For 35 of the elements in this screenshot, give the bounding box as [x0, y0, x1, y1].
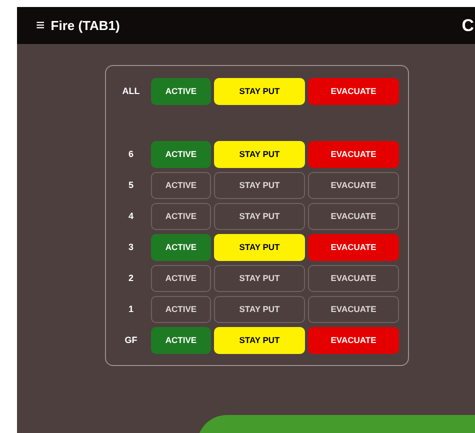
stay-button[interactable]: STAY PUT — [214, 78, 305, 105]
floor-label: 2 — [127, 272, 134, 285]
floor-label: ALL — [121, 84, 141, 98]
evacuate-button[interactable]: EVACUATE — [308, 141, 399, 168]
stay-button[interactable]: STAY PUT — [214, 327, 305, 354]
active-button[interactable]: ACTIVE — [151, 265, 211, 292]
stay-button[interactable]: STAY PUT — [214, 296, 305, 323]
page-title: Fire (TAB1) — [50, 16, 120, 35]
stay-button[interactable]: STAY PUT — [214, 172, 305, 199]
floor-label: GF — [124, 334, 138, 347]
stay-button[interactable]: STAY PUT — [214, 234, 305, 261]
active-button[interactable]: ACTIVE — [151, 327, 211, 354]
active-button[interactable]: ACTIVE — [151, 78, 211, 105]
menu-button[interactable]: ≡ — [36, 18, 45, 33]
floor-label: 5 — [127, 178, 134, 192]
stay-button[interactable]: STAY PUT — [214, 203, 305, 230]
evacuate-button[interactable]: EVACUATE — [308, 172, 399, 199]
active-button[interactable]: ACTIVE — [151, 203, 211, 230]
active-button[interactable]: ACTIVE — [151, 296, 211, 323]
header-text: C — [462, 14, 474, 37]
evacuate-button[interactable]: EVACUATE — [308, 78, 399, 105]
evacuate-button[interactable]: EVACUATE — [308, 234, 399, 261]
evacuate-button[interactable]: EVACUATE — [308, 203, 399, 230]
stay-button[interactable]: STAY PUT — [214, 141, 305, 168]
evacuate-button[interactable]: EVACUATE — [308, 265, 399, 292]
floor-label: 6 — [127, 148, 134, 161]
active-button[interactable]: ACTIVE — [151, 172, 211, 199]
floor-label: 4 — [127, 210, 134, 223]
floor-label: 1 — [127, 302, 134, 316]
active-button[interactable]: ACTIVE — [151, 234, 211, 261]
floor-label: 3 — [127, 240, 134, 254]
evacuate-button[interactable]: EVACUATE — [308, 327, 399, 354]
stay-button[interactable]: STAY PUT — [214, 265, 305, 292]
evacuate-button[interactable]: EVACUATE — [308, 296, 399, 323]
active-button[interactable]: ACTIVE — [151, 141, 211, 168]
